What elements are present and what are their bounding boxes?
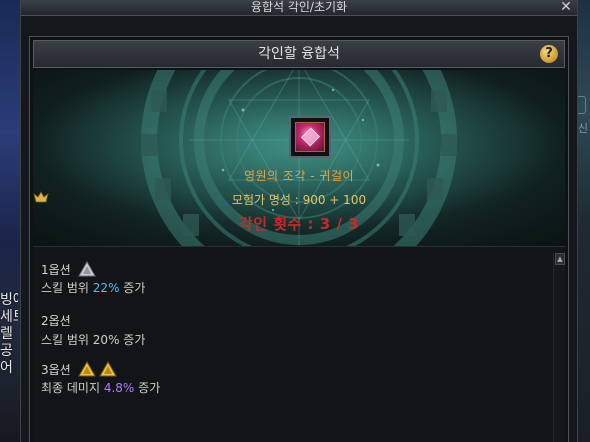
background-text-left: 빙에 세트 렐 공 어: [0, 292, 18, 376]
help-button[interactable]: ?: [540, 45, 558, 63]
option-title-label: 2옵션: [41, 314, 71, 328]
fame-icon: [33, 191, 49, 203]
option-description: 스킬 범위 20% 증가: [41, 332, 145, 348]
option-desc-suffix: 증가: [119, 333, 146, 347]
scrollbar[interactable]: ▲: [553, 253, 565, 442]
option-title: 2옵션: [41, 313, 145, 331]
earring-gem-icon: [295, 122, 325, 152]
option-description: 최종 데미지 4.8% 증가: [41, 380, 160, 396]
screen: 빙에 세트 렐 공 어 신 융합석 각인/초기화 ✕ 각인할 융합석 ?: [0, 0, 590, 442]
section-header: 각인할 융합석 ?: [33, 40, 565, 68]
option-desc-prefix: 최종 데미지: [41, 381, 104, 395]
window-titlebar[interactable]: 융합석 각인/초기화 ✕: [21, 0, 577, 16]
option-desc-value: 4.8%: [103, 381, 135, 395]
gold-triangle-icon: [77, 361, 96, 377]
option-desc-prefix: 스킬 범위: [41, 281, 93, 295]
option-desc-value: 22%: [92, 281, 120, 295]
option-title-label: 1옵션: [41, 263, 71, 277]
close-icon[interactable]: ✕: [559, 0, 573, 14]
option-1: 1옵션 스킬 범위 22% 증가: [41, 261, 145, 296]
engrave-window: 융합석 각인/초기화 ✕ 각인할 융합석 ? 영원의 조각 - 귀걸이 모험가 …: [20, 0, 578, 442]
options-panel[interactable]: ▲ 1옵션 스킬 범위 22% 증가 2옵션 스킬 범위 20% 증가 3옵션 …: [33, 246, 565, 442]
option-description: 스킬 범위 22% 증가: [41, 280, 145, 296]
item-slot[interactable]: [289, 116, 331, 158]
background-text-right: 신: [577, 122, 588, 135]
gold-triangle-icon: [98, 361, 117, 377]
option-title-label: 3옵션: [41, 363, 71, 377]
option-3: 3옵션 최종 데미지 4.8% 증가: [41, 361, 160, 396]
section-title: 각인할 융합석: [258, 46, 340, 62]
option-desc-suffix: 증가: [119, 281, 146, 295]
scroll-up-icon[interactable]: ▲: [555, 253, 565, 265]
option-desc-prefix: 스킬 범위: [41, 333, 93, 347]
engrave-count: 각인 횟수 : 3 / 3: [238, 215, 360, 233]
option-desc-suffix: 증가: [134, 381, 161, 395]
option-desc-value: 20%: [92, 333, 120, 347]
fame-label: 모험가 명성 : 900 + 100: [231, 193, 367, 207]
silver-triangle-icon: [77, 261, 96, 277]
option-title: 1옵션: [41, 261, 145, 279]
option-title: 3옵션: [41, 361, 160, 379]
window-title: 융합석 각인/초기화: [250, 0, 348, 14]
gem-shape: [300, 127, 321, 147]
engrave-emblem: 영원의 조각 - 귀걸이 모험가 명성 : 900 + 100 각인 횟수 : …: [33, 70, 565, 246]
fame-row: 모험가 명성 : 900 + 100: [33, 191, 565, 208]
option-2: 2옵션 스킬 범위 20% 증가: [41, 313, 145, 348]
item-name: 영원의 조각 - 귀걸이: [243, 169, 355, 183]
